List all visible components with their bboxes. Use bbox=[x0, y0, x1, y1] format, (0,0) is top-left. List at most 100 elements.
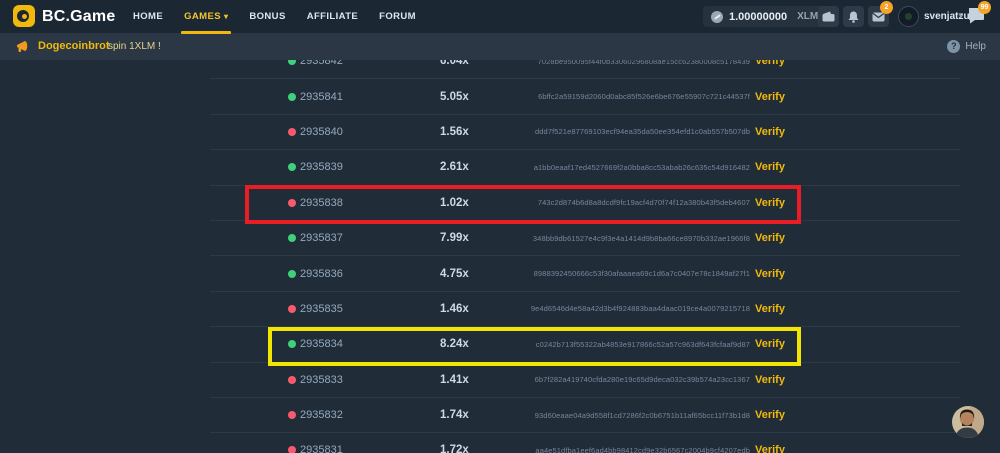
table-row[interactable]: 2935832 1.74x 93d60eaae04a9d558f1cd7286f… bbox=[210, 398, 960, 433]
table-row[interactable]: 2935831 1.72x aa4e51dfba1eef6ad4bb98412c… bbox=[210, 433, 960, 453]
multiplier: 8.24x bbox=[440, 327, 469, 361]
help-label: Help bbox=[965, 41, 986, 52]
result-dot bbox=[288, 128, 296, 136]
bell-icon bbox=[848, 11, 859, 23]
hash: ddd7f521e87769103ecf94ea35da50ee354efd1c… bbox=[535, 115, 750, 149]
bet-id: 2935838 bbox=[300, 186, 343, 220]
result-dot bbox=[288, 411, 296, 419]
nav-item-bonus[interactable]: BONUS bbox=[249, 0, 285, 33]
bets-table-body: 2935842 6.04x 7028be950095f44f0b33060296… bbox=[210, 44, 960, 453]
hash: a1bb0eaaf17ed4527669f2a0bba8cc53abab26c6… bbox=[534, 150, 750, 184]
brand-title[interactable]: BC.Game bbox=[42, 0, 115, 33]
table-row[interactable]: 2935841 5.05x 6bffc2a59159d2060d0abc85f5… bbox=[210, 79, 960, 114]
multiplier: 7.99x bbox=[440, 221, 469, 255]
table-row[interactable]: 2935838 1.02x 743c2d874b6d8a8dcdf9fc19ac… bbox=[210, 186, 960, 221]
avatar[interactable] bbox=[898, 6, 919, 27]
verify-link[interactable]: Verify bbox=[755, 186, 785, 220]
verify-link[interactable]: Verify bbox=[755, 363, 785, 397]
wallet-button[interactable] bbox=[818, 6, 839, 27]
hash: 93d60eaae04a9d558f1cd7286f2c0b6751b11af6… bbox=[535, 398, 750, 432]
multiplier: 4.75x bbox=[440, 256, 469, 290]
xlm-coin-icon bbox=[711, 11, 723, 23]
nav-label: AFFILIATE bbox=[307, 11, 358, 22]
bet-id: 2935837 bbox=[300, 221, 343, 255]
announcement-title[interactable]: Dogecoinbrot bbox=[38, 33, 110, 60]
bet-id: 2935839 bbox=[300, 150, 343, 184]
wallet-icon bbox=[822, 11, 835, 22]
result-dot bbox=[288, 199, 296, 207]
megaphone-icon bbox=[16, 39, 32, 54]
bet-id: 2935840 bbox=[300, 115, 343, 149]
announcement-bar: Dogecoinbrot spin 1XLM ! ? Help bbox=[0, 33, 1000, 60]
bet-id: 2935835 bbox=[300, 292, 343, 326]
page: 2935842 6.04x 7028be950095f44f0b33060296… bbox=[0, 0, 1000, 453]
table-row[interactable]: 2935834 8.24x c0242b713f55322ab4853e9178… bbox=[210, 327, 960, 362]
verify-link[interactable]: Verify bbox=[755, 398, 785, 432]
balance-selector[interactable]: 1.00000000 XLM ▾ bbox=[703, 6, 836, 27]
help-button[interactable]: ? Help bbox=[947, 33, 986, 60]
top-navbar: BC.Game HOME GAMES ▾ BONUS AFFILIATE FOR… bbox=[0, 0, 1000, 33]
hash: 9e4d6546d4e58a42d3b4f924883baa4daac019ce… bbox=[531, 292, 750, 326]
verify-link[interactable]: Verify bbox=[755, 221, 785, 255]
webcam-avatar bbox=[952, 406, 984, 438]
multiplier: 1.72x bbox=[440, 433, 469, 453]
nav-label: FORUM bbox=[379, 11, 416, 22]
multiplier: 1.46x bbox=[440, 292, 469, 326]
verify-link[interactable]: Verify bbox=[755, 327, 785, 361]
result-dot bbox=[288, 93, 296, 101]
multiplier: 1.74x bbox=[440, 398, 469, 432]
result-dot bbox=[288, 340, 296, 348]
verify-link[interactable]: Verify bbox=[755, 433, 785, 453]
verify-link[interactable]: Verify bbox=[755, 79, 785, 113]
verify-link[interactable]: Verify bbox=[755, 256, 785, 290]
chevron-down-icon: ▾ bbox=[224, 12, 228, 21]
hash: 6b7f282a419740cfda280e19c65d9deca032c39b… bbox=[535, 363, 750, 397]
nav-item-games[interactable]: GAMES ▾ bbox=[184, 0, 228, 33]
bet-id: 2935841 bbox=[300, 79, 343, 113]
result-dot bbox=[288, 446, 296, 453]
nav-item-affiliate[interactable]: AFFILIATE bbox=[307, 0, 358, 33]
chat-badge: 99 bbox=[978, 1, 991, 14]
bet-id: 2935833 bbox=[300, 363, 343, 397]
table-row[interactable]: 2935833 1.41x 6b7f282a419740cfda280e19c6… bbox=[210, 363, 960, 398]
table-row[interactable]: 2935836 4.75x 8988392450666c53f30afaaaea… bbox=[210, 256, 960, 291]
bcgame-logo-icon[interactable] bbox=[13, 5, 35, 27]
mail-badge: 2 bbox=[880, 1, 893, 14]
bet-id: 2935832 bbox=[300, 398, 343, 432]
result-dot bbox=[288, 270, 296, 278]
bet-id: 2935836 bbox=[300, 256, 343, 290]
table-row[interactable]: 2935837 7.99x 348bb9db61527e4c9f3e4a1414… bbox=[210, 221, 960, 256]
hash: 8988392450666c53f30afaaaea69c1d6a7c0407e… bbox=[534, 256, 750, 290]
result-dot bbox=[288, 305, 296, 313]
nav-item-forum[interactable]: FORUM bbox=[379, 0, 416, 33]
nav-label: HOME bbox=[133, 11, 163, 22]
hash: aa4e51dfba1eef6ad4bb98412cd9e32b6567c200… bbox=[535, 433, 750, 453]
result-dot bbox=[288, 376, 296, 384]
balance-amount: 1.00000000 bbox=[729, 11, 787, 23]
hash: c0242b713f55322ab4853e917866c52a57c963df… bbox=[536, 327, 750, 361]
chevron-down-icon: ▾ bbox=[959, 0, 963, 33]
logo-eye-shape bbox=[22, 14, 27, 19]
currency-label: XLM bbox=[797, 11, 818, 22]
table-row[interactable]: 2935840 1.56x ddd7f521e87769103ecf94ea35… bbox=[210, 115, 960, 150]
verify-link[interactable]: Verify bbox=[755, 150, 785, 184]
verify-link[interactable]: Verify bbox=[755, 292, 785, 326]
multiplier: 2.61x bbox=[440, 150, 469, 184]
nav-label: BONUS bbox=[249, 11, 285, 22]
verify-link[interactable]: Verify bbox=[755, 115, 785, 149]
hash: 348bb9db61527e4c9f3e4a1414d9b8ba66ce8970… bbox=[533, 221, 750, 255]
multiplier: 1.56x bbox=[440, 115, 469, 149]
multiplier: 5.05x bbox=[440, 79, 469, 113]
notifications-button[interactable] bbox=[843, 6, 864, 27]
bet-id: 2935831 bbox=[300, 433, 343, 453]
result-dot bbox=[288, 234, 296, 242]
multiplier: 1.02x bbox=[440, 186, 469, 220]
result-dot bbox=[288, 163, 296, 171]
nav-label: GAMES bbox=[184, 11, 221, 22]
nav-item-home[interactable]: HOME bbox=[133, 0, 163, 33]
main-nav: HOME GAMES ▾ BONUS AFFILIATE FORUM bbox=[133, 0, 416, 33]
announcement-message: spin 1XLM ! bbox=[108, 33, 161, 60]
table-row[interactable]: 2935835 1.46x 9e4d6546d4e58a42d3b4f92488… bbox=[210, 292, 960, 327]
hash: 743c2d874b6d8a8dcdf9fc19acf4d70f74f12a38… bbox=[538, 186, 750, 220]
table-row[interactable]: 2935839 2.61x a1bb0eaaf17ed4527669f2a0bb… bbox=[210, 150, 960, 185]
